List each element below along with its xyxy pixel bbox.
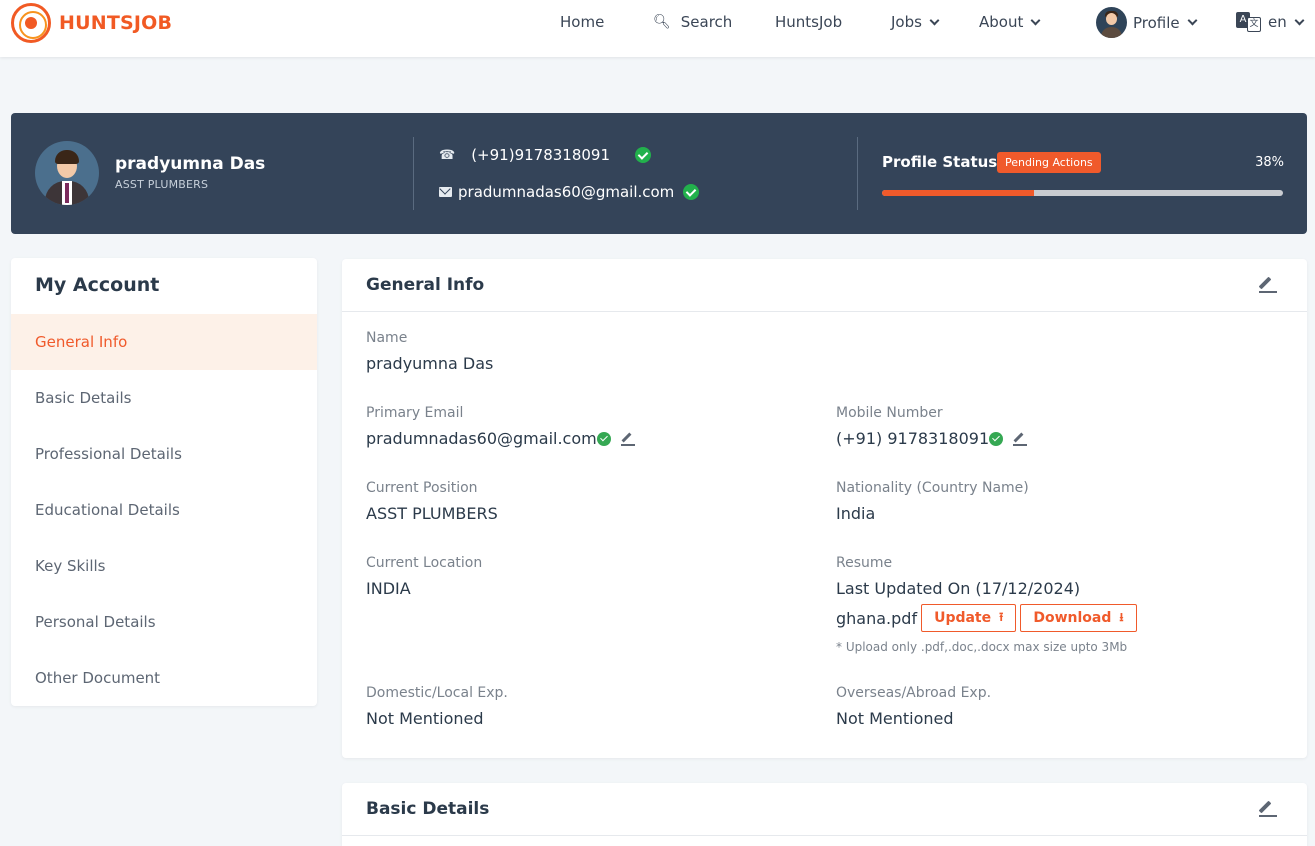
header-email: pradumnadas60@gmail.com <box>439 183 700 201</box>
sidebar-title: My Account <box>35 274 160 296</box>
basic-details-header: Basic Details <box>342 783 1307 836</box>
edit-mobile-icon[interactable] <box>1013 432 1028 446</box>
resume-label: Resume <box>836 555 893 571</box>
edit-icon[interactable] <box>1258 275 1277 293</box>
status-badge[interactable]: Pending Actions <box>997 152 1101 173</box>
sidebar-item-key-skills[interactable]: Key Skills <box>11 538 317 594</box>
name-label: Name <box>366 330 408 346</box>
current-location-value: INDIA <box>366 579 411 598</box>
nav-search-link[interactable]: 🔍︎ Search <box>653 13 732 31</box>
header-phone: ☎︎ (+91)9178318091 <box>439 146 651 164</box>
sidebar-item-general-info[interactable]: General Info <box>11 314 317 370</box>
current-position-label: Current Position <box>366 480 478 496</box>
verified-check-icon <box>635 147 651 163</box>
divider <box>413 137 414 210</box>
chevron-down-icon <box>1294 15 1305 25</box>
nav-jobs-label: Jobs <box>891 13 922 31</box>
primary-email-value: pradumnadas60@gmail.com <box>366 429 597 448</box>
mobile-number-value: (+91) 9178318091 <box>836 429 990 448</box>
chevron-down-icon <box>929 15 940 25</box>
resume-updated: Last Updated On (17/12/2024) <box>836 579 1081 598</box>
nav-search-label: Search <box>680 13 733 31</box>
upload-hint: * Upload only .pdf,.doc,.docx max size u… <box>836 640 1128 654</box>
translate-icon: A文 <box>1236 12 1262 32</box>
mobile-number-label: Mobile Number <box>836 405 943 421</box>
header-email-value: pradumnadas60@gmail.com <box>458 183 675 201</box>
sidebar-item-personal-details[interactable]: Personal Details <box>11 594 317 650</box>
sidebar-item-basic-details[interactable]: Basic Details <box>11 370 317 426</box>
top-navbar: HUNTSJOB Home 🔍︎ Search HuntsJob Jobs Ab… <box>0 0 1315 57</box>
resume-file-row: ghana.pdf Update ⭱ Download ⭳ <box>836 604 1137 632</box>
profile-header-banner: pradyumna Das ASST PLUMBERS ☎︎ (+91)9178… <box>11 113 1307 234</box>
overseas-exp-label: Overseas/Abroad Exp. <box>836 685 992 701</box>
edit-icon[interactable] <box>1258 799 1277 817</box>
download-resume-label: Download <box>1033 610 1112 626</box>
chevron-down-icon <box>1030 15 1041 25</box>
header-phone-value: (+91)9178318091 <box>471 146 610 164</box>
nationality-label: Nationality (Country Name) <box>836 480 1029 496</box>
overseas-exp-value: Not Mentioned <box>836 709 954 728</box>
profile-progress-fill <box>882 190 1035 196</box>
avatar <box>1096 7 1127 38</box>
domestic-exp-value: Not Mentioned <box>366 709 484 728</box>
sidebar-item-other-document[interactable]: Other Document <box>11 650 317 706</box>
profile-status-title: Profile Status <box>882 153 998 171</box>
nav-home-link[interactable]: Home <box>560 13 604 31</box>
phone-icon: ☎︎ <box>439 147 456 163</box>
language-selector[interactable]: A文 en <box>1236 12 1305 32</box>
verified-check-icon <box>596 431 611 446</box>
mobile-number-row: (+91) 9178318091 <box>836 429 1028 448</box>
profile-role: ASST PLUMBERS <box>115 178 209 191</box>
current-location-label: Current Location <box>366 555 483 571</box>
verified-check-icon <box>989 431 1004 446</box>
nav-about-dropdown[interactable]: About <box>979 13 1041 31</box>
primary-email-row: pradumnadas60@gmail.com <box>366 429 635 448</box>
chevron-down-icon <box>1187 15 1198 26</box>
basic-details-card: Basic Details <box>342 783 1307 846</box>
verified-check-icon <box>683 184 700 200</box>
general-info-card: General Info Name pradyumna Das Primary … <box>342 259 1307 758</box>
update-resume-label: Update <box>934 610 992 626</box>
edit-email-icon[interactable] <box>620 432 635 446</box>
sidebar-item-educational-details[interactable]: Educational Details <box>11 482 317 538</box>
download-icon: ⭳ <box>1119 609 1124 624</box>
general-info-title: General Info <box>366 275 485 295</box>
divider <box>857 137 858 210</box>
nav-about-label: About <box>979 13 1024 31</box>
email-icon <box>439 187 452 197</box>
general-info-header: General Info <box>342 259 1307 312</box>
nav-jobs-dropdown[interactable]: Jobs <box>891 13 940 31</box>
profile-avatar <box>35 141 99 205</box>
huntsjob-logo-icon <box>11 3 51 43</box>
resume-filename: ghana.pdf <box>836 608 918 628</box>
language-label: en <box>1268 13 1287 31</box>
basic-details-title: Basic Details <box>366 799 490 819</box>
nav-profile-dropdown[interactable]: Profile <box>1096 7 1198 38</box>
nav-huntsjob-link[interactable]: HuntsJob <box>775 13 842 31</box>
profile-name: pradyumna Das <box>115 154 266 174</box>
domestic-exp-label: Domestic/Local Exp. <box>366 685 508 701</box>
brand-name: HUNTSJOB <box>59 12 173 34</box>
search-icon: 🔍︎ <box>653 14 671 30</box>
brand-logo[interactable]: HUNTSJOB <box>11 3 172 43</box>
account-sidebar: My Account General Info Basic Details Pr… <box>11 258 317 706</box>
nav-profile-label: Profile <box>1133 13 1180 32</box>
upload-icon: ⭱ <box>999 609 1004 624</box>
update-resume-button[interactable]: Update ⭱ <box>921 604 1017 632</box>
current-position-value: ASST PLUMBERS <box>366 504 498 523</box>
download-resume-button[interactable]: Download ⭳ <box>1020 604 1137 632</box>
nationality-value: India <box>836 504 876 523</box>
profile-completion-percent: 38% <box>1255 155 1284 170</box>
name-value: pradyumna Das <box>366 354 494 373</box>
sidebar-item-professional-details[interactable]: Professional Details <box>11 426 317 482</box>
profile-progress-bar <box>882 190 1283 196</box>
primary-email-label: Primary Email <box>366 405 464 421</box>
